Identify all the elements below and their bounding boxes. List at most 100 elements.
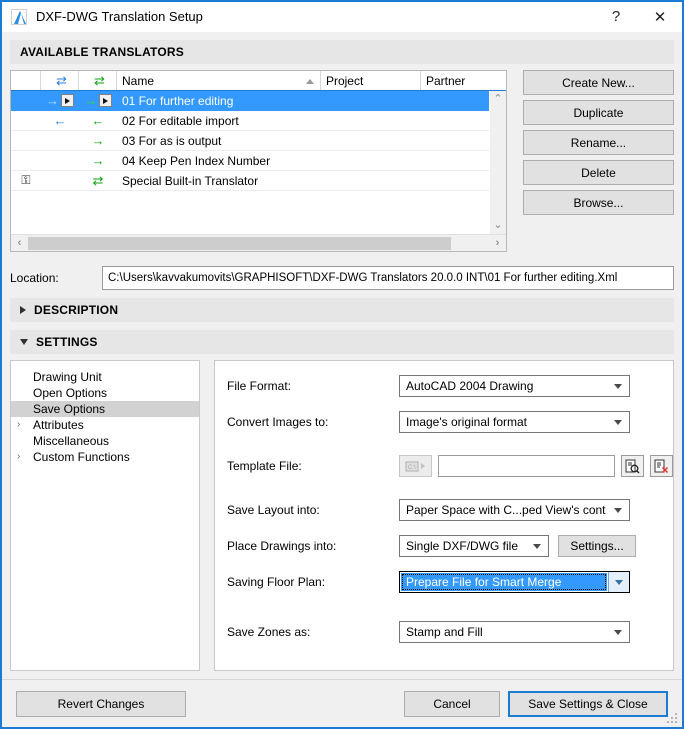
convert-images-label: Convert Images to: (227, 415, 329, 429)
dialog-body: AVAILABLE TRANSLATORS ⇄ ⇄ Name Project P… (2, 32, 682, 727)
row-export-cell[interactable]: → (79, 91, 117, 110)
row-import-cell[interactable] (41, 131, 79, 150)
column-header-name[interactable]: Name (117, 71, 321, 90)
revert-changes-button[interactable]: Revert Changes (16, 690, 186, 717)
location-field[interactable]: C:\Users\kavvakumovits\GRAPHISOFT\DXF-DW… (102, 266, 674, 290)
save-layout-select[interactable]: Paper Space with C...ped View's content (399, 499, 630, 521)
column-header-export[interactable]: ⇄ (79, 71, 117, 90)
file-format-select[interactable]: AutoCAD 2004 Drawing (399, 375, 630, 397)
browse-button[interactable]: Browse... (522, 190, 674, 215)
scroll-down-icon[interactable]: ⌄ (493, 220, 502, 231)
row-name-cell: 02 For editable import (122, 113, 239, 128)
export-exchange-icon: ⇄ (94, 73, 105, 88)
save-layout-label: Save Layout into: (227, 503, 320, 517)
sidebar-item-label: Drawing Unit (33, 370, 102, 384)
import-popup-button[interactable] (61, 94, 74, 107)
footer-actions: Cancel Save Settings & Close (404, 690, 668, 717)
row-export-cell[interactable]: ⇄ (79, 171, 117, 190)
sidebar-item-open-options[interactable]: Open Options (11, 385, 199, 401)
horizontal-scrollbar[interactable]: ‹ › (11, 234, 506, 251)
create-new-button[interactable]: Create New... (522, 70, 674, 95)
column-header-import[interactable]: ⇄ (41, 71, 79, 90)
table-row[interactable]: → → 01 For further editing (11, 91, 506, 111)
chevron-down-icon (20, 339, 28, 345)
row-import-cell[interactable] (41, 171, 79, 190)
file-format-value: AutoCAD 2004 Drawing (406, 379, 534, 393)
row-import-cell[interactable] (41, 151, 79, 170)
saving-floor-plan-value: Prepare File for Smart Merge (401, 573, 607, 591)
place-drawings-settings-button[interactable]: Settings... (558, 535, 636, 557)
chevron-right-icon (20, 306, 26, 314)
help-button[interactable]: ? (594, 2, 638, 31)
document-search-icon[interactable] (621, 455, 644, 477)
file-format-row: File Format: AutoCAD 2004 Drawing (215, 375, 673, 397)
settings-section-header[interactable]: SETTINGS (10, 330, 674, 354)
vertical-scrollbar[interactable]: ⌃ ⌄ (488, 91, 506, 234)
resize-grip[interactable] (667, 713, 678, 724)
template-file-label: Template File: (227, 459, 302, 473)
settings-label: SETTINGS (36, 335, 98, 349)
row-export-cell[interactable]: ← (79, 111, 117, 130)
table-row[interactable]: → 03 For as is output (11, 131, 506, 151)
place-drawings-select[interactable]: Single DXF/DWG file (399, 535, 549, 557)
horizontal-scroll-thumb[interactable] (28, 236, 451, 250)
import-exchange-icon: ⇄ (56, 73, 67, 88)
chevron-down-icon (614, 629, 622, 635)
cancel-button[interactable]: Cancel (404, 690, 500, 717)
settings-panel: Drawing Unit Open Options Save Options ›… (10, 360, 674, 671)
column-header-lock[interactable] (11, 71, 41, 90)
scroll-right-icon[interactable]: › (489, 237, 506, 249)
delete-button[interactable]: Delete (522, 160, 674, 185)
save-zones-select[interactable]: Stamp and Fill (399, 621, 630, 643)
list-rows: → → 01 For further editing ← ← 02 For ed… (11, 91, 506, 234)
sidebar-item-miscellaneous[interactable]: Miscellaneous (11, 433, 199, 449)
row-export-cell[interactable]: → (79, 151, 117, 170)
import-arrow-icon: → (46, 93, 59, 108)
rename-button[interactable]: Rename... (522, 130, 674, 155)
row-lock-cell (11, 151, 41, 170)
export-exchange-icon: ⇄ (92, 173, 104, 188)
chevron-down-icon[interactable] (608, 572, 629, 592)
row-import-cell[interactable]: → (41, 91, 79, 110)
table-row[interactable]: → 04 Keep Pen Index Number (11, 151, 506, 171)
row-name-cell: 03 For as is output (122, 133, 222, 148)
available-translators-header: AVAILABLE TRANSLATORS (10, 40, 674, 64)
duplicate-button[interactable]: Duplicate (522, 100, 674, 125)
export-arrow-icon: → (91, 133, 105, 148)
saving-floor-plan-select[interactable]: Prepare File for Smart Merge (399, 571, 630, 593)
sidebar-item-label: Save Options (33, 402, 106, 416)
sidebar-item-custom-functions[interactable]: › Custom Functions (11, 449, 199, 465)
scroll-left-icon[interactable]: ‹ (11, 237, 28, 249)
sidebar-item-save-options[interactable]: Save Options (11, 401, 199, 417)
settings-form: File Format: AutoCAD 2004 Drawing Conver… (214, 360, 674, 671)
place-drawings-value: Single DXF/DWG file (406, 539, 519, 553)
description-section-header[interactable]: DESCRIPTION (10, 298, 674, 322)
row-export-cell[interactable]: → (79, 131, 117, 150)
table-row[interactable]: ← ← 02 For editable import (11, 111, 506, 131)
chevron-right-icon[interactable]: › (17, 452, 31, 462)
column-header-name-label: Name (122, 73, 155, 88)
row-name-cell: 04 Keep Pen Index Number (122, 153, 271, 168)
settings-tree: Drawing Unit Open Options Save Options ›… (10, 360, 200, 671)
translators-list[interactable]: ⇄ ⇄ Name Project Partner → → 01 For furt… (10, 70, 507, 252)
save-settings-close-button[interactable]: Save Settings & Close (508, 690, 668, 717)
sidebar-item-attributes[interactable]: › Attributes (11, 417, 199, 433)
save-zones-row: Save Zones as: Stamp and Fill (215, 621, 673, 643)
template-file-input[interactable] (438, 455, 615, 477)
export-popup-button[interactable] (99, 94, 112, 107)
table-row[interactable]: ⚿ ⇄ Special Built-in Translator (11, 171, 506, 191)
row-name-cell: Special Built-in Translator (122, 173, 259, 188)
footer-bar: Revert Changes Cancel Save Settings & Cl… (2, 679, 682, 727)
document-delete-icon[interactable] (650, 455, 673, 477)
column-header-project[interactable]: Project (321, 71, 421, 90)
chevron-right-icon[interactable]: › (17, 420, 31, 430)
file-format-label: File Format: (227, 379, 292, 393)
row-lock-cell (11, 111, 41, 130)
window-title: DXF-DWG Translation Setup (36, 9, 203, 24)
row-import-cell[interactable]: ← (41, 111, 79, 130)
column-header-partner[interactable]: Partner (421, 71, 506, 90)
scroll-up-icon[interactable]: ⌃ (493, 94, 502, 105)
close-button[interactable]: ✕ (638, 2, 682, 31)
convert-images-select[interactable]: Image's original format (399, 411, 630, 433)
sidebar-item-drawing-unit[interactable]: Drawing Unit (11, 369, 199, 385)
